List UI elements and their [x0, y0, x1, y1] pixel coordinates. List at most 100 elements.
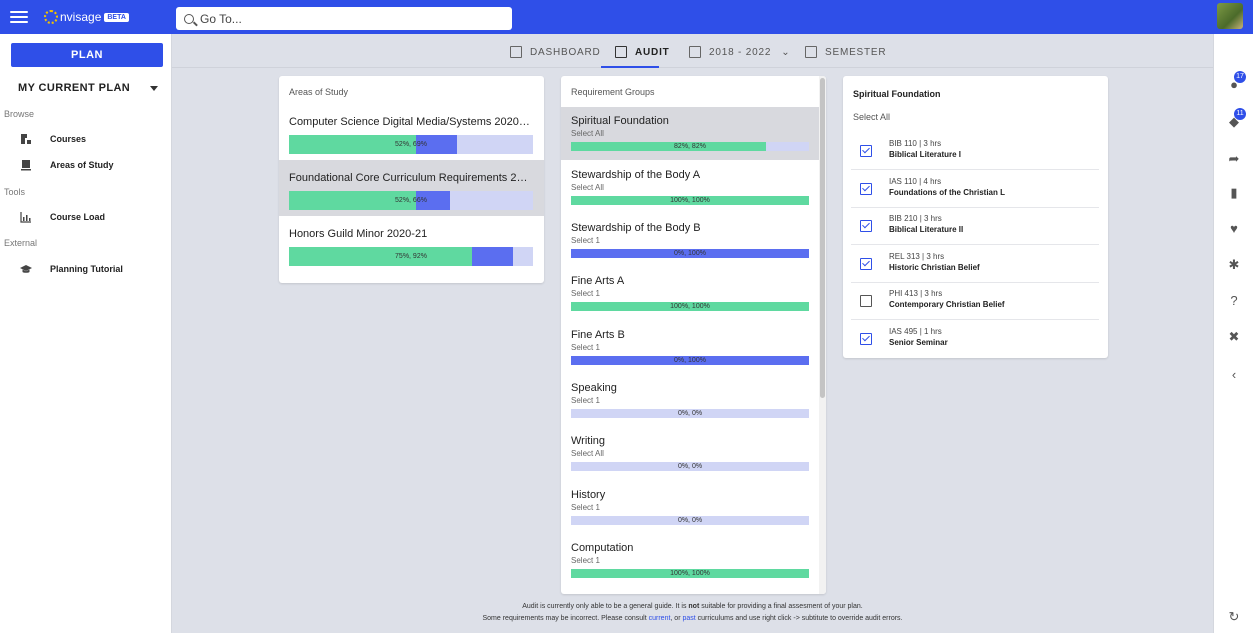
share-icon[interactable]: ➦ [1226, 151, 1242, 167]
right-rail: ● 17 ◆ 11 ➦ ▮ ♥ ✱ ? ✖ ‹ ↻ [1213, 34, 1253, 633]
current-curriculum-link[interactable]: current [649, 615, 671, 622]
current-plan-dropdown[interactable]: MY CURRENT PLAN [18, 82, 160, 94]
group-select-rule: Select All [571, 129, 604, 138]
sidebar-item-label: Areas of Study [50, 160, 114, 170]
progress-bar: 100%, 100% [571, 569, 809, 578]
select-all-link[interactable]: Select All [853, 112, 890, 122]
document-icon[interactable]: ▮ [1226, 185, 1242, 201]
sidebar-item-areas-of-study[interactable]: Areas of Study [20, 155, 114, 175]
group-name: Fine Arts B [571, 329, 625, 341]
tab-audit[interactable]: AUDIT [615, 44, 670, 60]
tab-label: 2018 - 2022 [709, 46, 772, 58]
tab-semester[interactable]: SEMESTER [805, 44, 886, 60]
progress-bar: 75%, 92% [289, 247, 533, 266]
checked-checkbox[interactable] [860, 257, 872, 270]
logo-text: nvisage [60, 10, 102, 24]
group-select-rule: Select 1 [571, 556, 600, 565]
checked-checkbox[interactable] [860, 332, 872, 345]
area-of-study-item[interactable]: Honors Guild Minor 2020-21 75%, 92% [279, 216, 544, 272]
group-name: Speaking [571, 382, 617, 394]
text: , or [670, 615, 683, 622]
course-code: IAS 495 | 1 hrs [889, 326, 942, 336]
progress-label: 100%, 100% [670, 303, 710, 310]
checked-checkbox[interactable] [860, 182, 872, 195]
app-logo[interactable]: nvisage BETA [44, 8, 129, 26]
goto-search-input[interactable]: Go To... [176, 7, 512, 30]
collapse-chevron-icon[interactable]: ‹ [1226, 367, 1242, 383]
card-title: Spiritual Foundation [853, 89, 941, 99]
course-item[interactable]: BIB 210 | 3 hrs Biblical Literature II [851, 208, 1099, 245]
area-of-study-item[interactable]: Foundational Core Curriculum Requirement… [279, 160, 544, 216]
unchecked-checkbox[interactable] [860, 295, 872, 307]
disclaimer-line-2: Some requirements may be incorrect. Plea… [172, 613, 1213, 625]
spiritual-foundation-card: Spiritual Foundation Select All BIB 110 … [843, 76, 1108, 358]
requirement-group-item[interactable]: Speaking Select 1 0%, 0% [561, 374, 819, 427]
group-name: Computation [571, 542, 634, 554]
course-item[interactable]: PHI 413 | 3 hrs Contemporary Christian Be… [851, 283, 1099, 320]
section-label-external: External [4, 238, 38, 248]
emphasis: not [688, 603, 700, 610]
tools-icon[interactable]: ✖ [1226, 329, 1242, 345]
sidebar-item-label: Planning Tutorial [50, 264, 123, 274]
text: Audit is currently only able to be a gen… [522, 603, 689, 610]
help-icon[interactable]: ? [1226, 293, 1242, 309]
requirement-group-item[interactable]: Computation Select 1 100%, 100% [561, 534, 819, 587]
disclaimer-line-1: Audit is currently only able to be a gen… [172, 601, 1213, 613]
requirement-group-item[interactable]: Fine Arts A Select 1 100%, 100% [561, 267, 819, 320]
course-name: Senior Seminar [889, 337, 948, 347]
heart-icon[interactable]: ♥ [1226, 221, 1242, 237]
plan-button[interactable]: PLAN [11, 43, 163, 67]
group-select-rule: Select 1 [571, 289, 600, 298]
user-avatar[interactable] [1217, 3, 1243, 29]
course-item[interactable]: IAS 110 | 4 hrs Foundations of the Christ… [851, 171, 1099, 208]
section-label-tools: Tools [4, 187, 26, 197]
checked-checkbox[interactable] [860, 220, 872, 232]
progress-bar: 0%, 100% [571, 249, 809, 258]
courses-icon [20, 133, 32, 145]
sidebar-item-planning-tutorial[interactable]: Planning Tutorial [20, 259, 123, 279]
course-code: PHI 413 | 3 hrs [889, 289, 943, 298]
requirement-group-item[interactable]: Spiritual Foundation Select All 82%, 82% [561, 107, 819, 160]
notification-badge: 11 [1234, 108, 1246, 120]
requirement-group-item[interactable]: Stewardship of the Body B Select 1 0%, 100… [561, 214, 819, 267]
text: curriculums and use right click -> subti… [695, 615, 903, 622]
scrollbar-thumb[interactable] [820, 78, 825, 398]
section-label-browse: Browse [4, 109, 35, 119]
progress-label: 52%, 66% [395, 197, 427, 204]
graduation-cap-icon [20, 263, 32, 275]
requirement-group-item[interactable]: Fine Arts B Select 1 0%, 100% [561, 321, 819, 374]
top-bar: nvisage BETA Go To... [0, 0, 1253, 34]
progress-label: 52%, 69% [395, 141, 427, 148]
hamburger-menu-icon[interactable] [10, 8, 28, 26]
groups-scrollbar[interactable] [819, 76, 826, 594]
progress-label: 0%, 0% [677, 517, 703, 524]
group-select-rule: Select 1 [571, 343, 600, 352]
sidebar-item-courses[interactable]: Courses [20, 129, 86, 149]
chevron-down-icon: ⌄ [781, 46, 791, 58]
group-name: Stewardship of the Body B [571, 222, 701, 234]
course-item[interactable]: IAS 495 | 1 hrs Senior Seminar [851, 321, 1099, 358]
requirement-group-item[interactable]: Stewardship of the Body A Select All 100%,… [561, 161, 819, 214]
sidebar-item-label: Course Load [50, 212, 106, 222]
sidebar-item-course-load[interactable]: Course Load [20, 207, 105, 227]
area-name: Foundational Core Curriculum Requirement… [289, 172, 533, 184]
checked-checkbox[interactable] [860, 145, 872, 157]
tab-label: DASHBOARD [530, 46, 601, 58]
table-icon [689, 46, 701, 58]
area-of-study-item[interactable]: Computer Science Digital Media/Systems 2… [279, 104, 544, 160]
course-item[interactable]: REL 313 | 3 hrs Historic Christian Belief [851, 246, 1099, 283]
tab-dashboard[interactable]: DASHBOARD [510, 44, 601, 60]
course-item[interactable]: BIB 110 | 3 hrs Biblical Literature I [851, 133, 1099, 170]
requirement-group-item[interactable]: Writing Select All 0%, 0% [561, 427, 819, 480]
sidebar-item-label: Courses [50, 134, 87, 144]
text: suitable for providing a final assesment… [699, 603, 863, 610]
tab-years[interactable]: 2018 - 2022 ⌄ [689, 44, 790, 60]
refresh-icon[interactable]: ↻ [1226, 609, 1242, 625]
progress-label: 100%, 100% [670, 570, 710, 577]
group-select-rule: Select All [571, 183, 604, 192]
requirement-group-item[interactable]: History Select 1 0%, 0% [561, 481, 819, 534]
past-curriculum-link[interactable]: past [682, 615, 695, 622]
group-select-rule: Select All [571, 449, 604, 458]
progress-bar: 100%, 100% [571, 302, 809, 311]
bug-icon[interactable]: ✱ [1226, 257, 1242, 273]
